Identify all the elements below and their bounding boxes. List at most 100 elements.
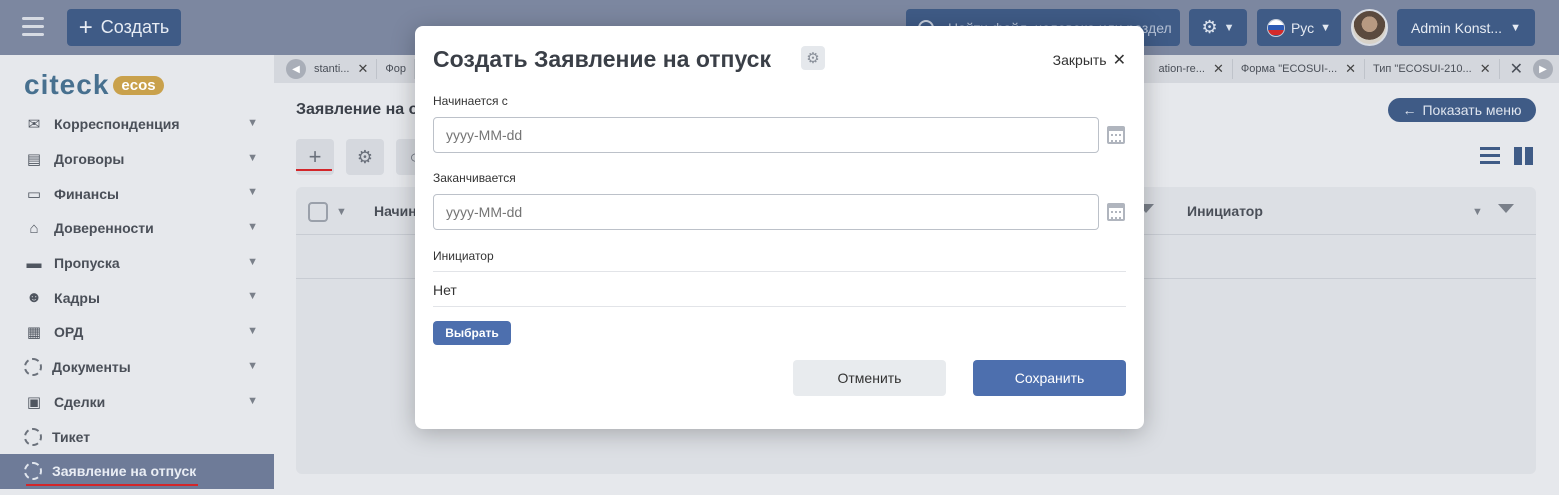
- tab[interactable]: stanti... ✕: [306, 59, 378, 79]
- close-label: Закрыть: [1052, 52, 1107, 68]
- hamburger-menu-icon[interactable]: [22, 17, 44, 37]
- bank-icon: ⌂: [29, 219, 39, 237]
- list-view-icon[interactable]: [1480, 147, 1500, 168]
- close-icon[interactable]: ✕: [1480, 61, 1491, 77]
- filter-icon[interactable]: [1498, 204, 1514, 213]
- tab[interactable]: ation-re... ✕: [1151, 59, 1233, 79]
- tab[interactable]: Форма "ECOSUI-... ✕: [1233, 59, 1366, 79]
- form-settings-button[interactable]: ⚙: [801, 46, 825, 70]
- sidebar-item-hr[interactable]: ☻ Кадры ▼: [0, 280, 274, 315]
- calendar-icon[interactable]: [1107, 126, 1125, 144]
- envelope-icon: ✉: [27, 116, 41, 134]
- sidebar-item-label: Финансы: [54, 185, 119, 202]
- calendar-icon[interactable]: [1107, 203, 1125, 221]
- gear-icon: ⚙: [806, 50, 820, 67]
- sidebar-item-finance[interactable]: ▭ Финансы ▼: [0, 176, 274, 211]
- create-button[interactable]: + Создать: [67, 9, 181, 46]
- tab[interactable]: Фор: [377, 59, 415, 79]
- divider: [433, 306, 1126, 307]
- tabs-scroll-left-icon[interactable]: ◀: [286, 59, 306, 79]
- logo-text: citeck: [24, 69, 110, 100]
- sidebar-item-correspondence[interactable]: ✉ Корреспонденция ▼: [0, 107, 274, 142]
- sidebar-item-label: Договоры: [54, 151, 125, 168]
- close-all-tabs-icon[interactable]: ✕: [1510, 59, 1523, 79]
- settings-button[interactable]: ⚙ ▼: [1189, 9, 1247, 46]
- show-menu-label: Показать меню: [1422, 102, 1522, 118]
- user-menu-button[interactable]: Admin Konst... ▼: [1397, 9, 1535, 46]
- chevron-down-icon: ▼: [247, 359, 258, 372]
- sidebar-item-contracts[interactable]: ▤ Договоры ▼: [0, 142, 274, 177]
- tab-label: Тип "ECOSUI-210...: [1373, 63, 1472, 75]
- logo[interactable]: citeck ecos: [24, 69, 164, 101]
- close-icon[interactable]: ✕: [1213, 61, 1224, 77]
- arrow-left-icon: ←: [1402, 102, 1417, 118]
- dashed-circle-icon: [24, 358, 42, 377]
- close-dialog-button[interactable]: Закрыть ✕: [1053, 50, 1126, 70]
- initiator-label: Инициатор: [433, 249, 494, 263]
- language-label: Рус: [1290, 19, 1315, 36]
- journal-settings-button[interactable]: ⚙: [346, 139, 384, 175]
- document-icon: ▤: [26, 151, 42, 169]
- sidebar-item-vacation-request[interactable]: Заявление на отпуск: [0, 453, 274, 489]
- chevron-down-icon: ▼: [247, 151, 258, 164]
- save-button[interactable]: Сохранить: [973, 360, 1126, 396]
- end-date-input[interactable]: [433, 194, 1099, 230]
- sidebar-item-label: Пропуска: [54, 255, 120, 272]
- chevron-down-icon: ▼: [247, 394, 258, 407]
- credit-card-icon: ▭: [26, 185, 42, 203]
- sidebar-item-ticket[interactable]: Тикет: [0, 419, 274, 454]
- sidebar-item-label: Кадры: [54, 289, 100, 306]
- cancel-button[interactable]: Отменить: [793, 360, 946, 396]
- columns-view-icon[interactable]: [1514, 147, 1533, 168]
- column-header-start[interactable]: Начин: [374, 203, 417, 219]
- sidebar-item-deals[interactable]: ▣ Сделки ▼: [0, 385, 274, 420]
- chevron-down-icon[interactable]: ▼: [1472, 206, 1483, 218]
- sidebar-item-label: ОРД: [54, 324, 84, 341]
- active-item-underline: [26, 483, 198, 486]
- sidebar-item-ord[interactable]: ▦ ОРД ▼: [0, 315, 274, 350]
- logo-badge: ecos: [113, 75, 164, 95]
- chevron-down-icon: ▼: [247, 186, 258, 199]
- start-date-label: Начинается с: [433, 94, 508, 108]
- sidebar-item-powers-of-attorney[interactable]: ⌂ Доверенности ▼: [0, 211, 274, 246]
- chevron-down-icon: ▼: [1510, 21, 1521, 34]
- people-icon: ☻: [26, 289, 42, 307]
- sidebar-item-label: Заявление на отпуск: [52, 463, 197, 480]
- tab-label: ation-re...: [1158, 63, 1205, 75]
- close-icon[interactable]: ✕: [1345, 61, 1356, 77]
- tab-label: Форма "ECOSUI-...: [1240, 63, 1338, 75]
- chevron-down-icon: ▼: [247, 117, 258, 129]
- page-title: Заявление на о: [296, 101, 419, 118]
- sidebar: citeck ecos ✉ Корреспонденция ▼ ▤ Догово…: [0, 55, 274, 495]
- column-header-initiator[interactable]: Инициатор: [1187, 203, 1263, 219]
- chevron-down-icon: ▼: [247, 325, 258, 338]
- create-vacation-request-dialog: Создать Заявление на отпуск ⚙ Закрыть ✕ …: [415, 26, 1144, 429]
- divider: [433, 271, 1126, 272]
- tab[interactable]: Тип "ECOSUI-210... ✕: [1365, 59, 1500, 79]
- start-date-input[interactable]: [433, 117, 1099, 153]
- language-selector[interactable]: Рус ▼: [1257, 9, 1341, 46]
- chevron-down-icon: ▼: [247, 221, 258, 234]
- sidebar-item-documents[interactable]: Документы ▼: [0, 350, 274, 385]
- end-date-label: Заканчивается: [433, 171, 516, 185]
- active-tool-underline: [296, 169, 332, 171]
- tabs-scroll-right-icon[interactable]: ▶: [1533, 59, 1553, 79]
- dashed-circle-icon: [24, 462, 42, 481]
- select-initiator-button[interactable]: Выбрать: [433, 321, 511, 345]
- chevron-down-icon: ▼: [1320, 21, 1332, 34]
- sidebar-item-label: Доверенности: [54, 220, 154, 237]
- chevron-down-icon[interactable]: ▼: [336, 206, 347, 218]
- show-menu-button[interactable]: ← Показать меню: [1388, 98, 1536, 122]
- sidebar-item-label: Сделки: [54, 393, 106, 410]
- sidebar-item-label: Корреспонденция: [54, 116, 180, 133]
- view-switcher: [1480, 147, 1533, 168]
- close-icon[interactable]: ✕: [357, 61, 368, 77]
- sidebar-item-passes[interactable]: ▬ Пропуска ▼: [0, 246, 274, 281]
- select-all-checkbox[interactable]: [308, 202, 328, 222]
- chevron-down-icon: ▼: [247, 255, 258, 268]
- user-avatar[interactable]: [1351, 9, 1388, 46]
- gear-icon: ⚙: [1201, 17, 1218, 37]
- dialog-title: Создать Заявление на отпуск: [433, 46, 771, 72]
- close-icon: ✕: [1112, 52, 1126, 69]
- chevron-down-icon: ▼: [247, 290, 258, 303]
